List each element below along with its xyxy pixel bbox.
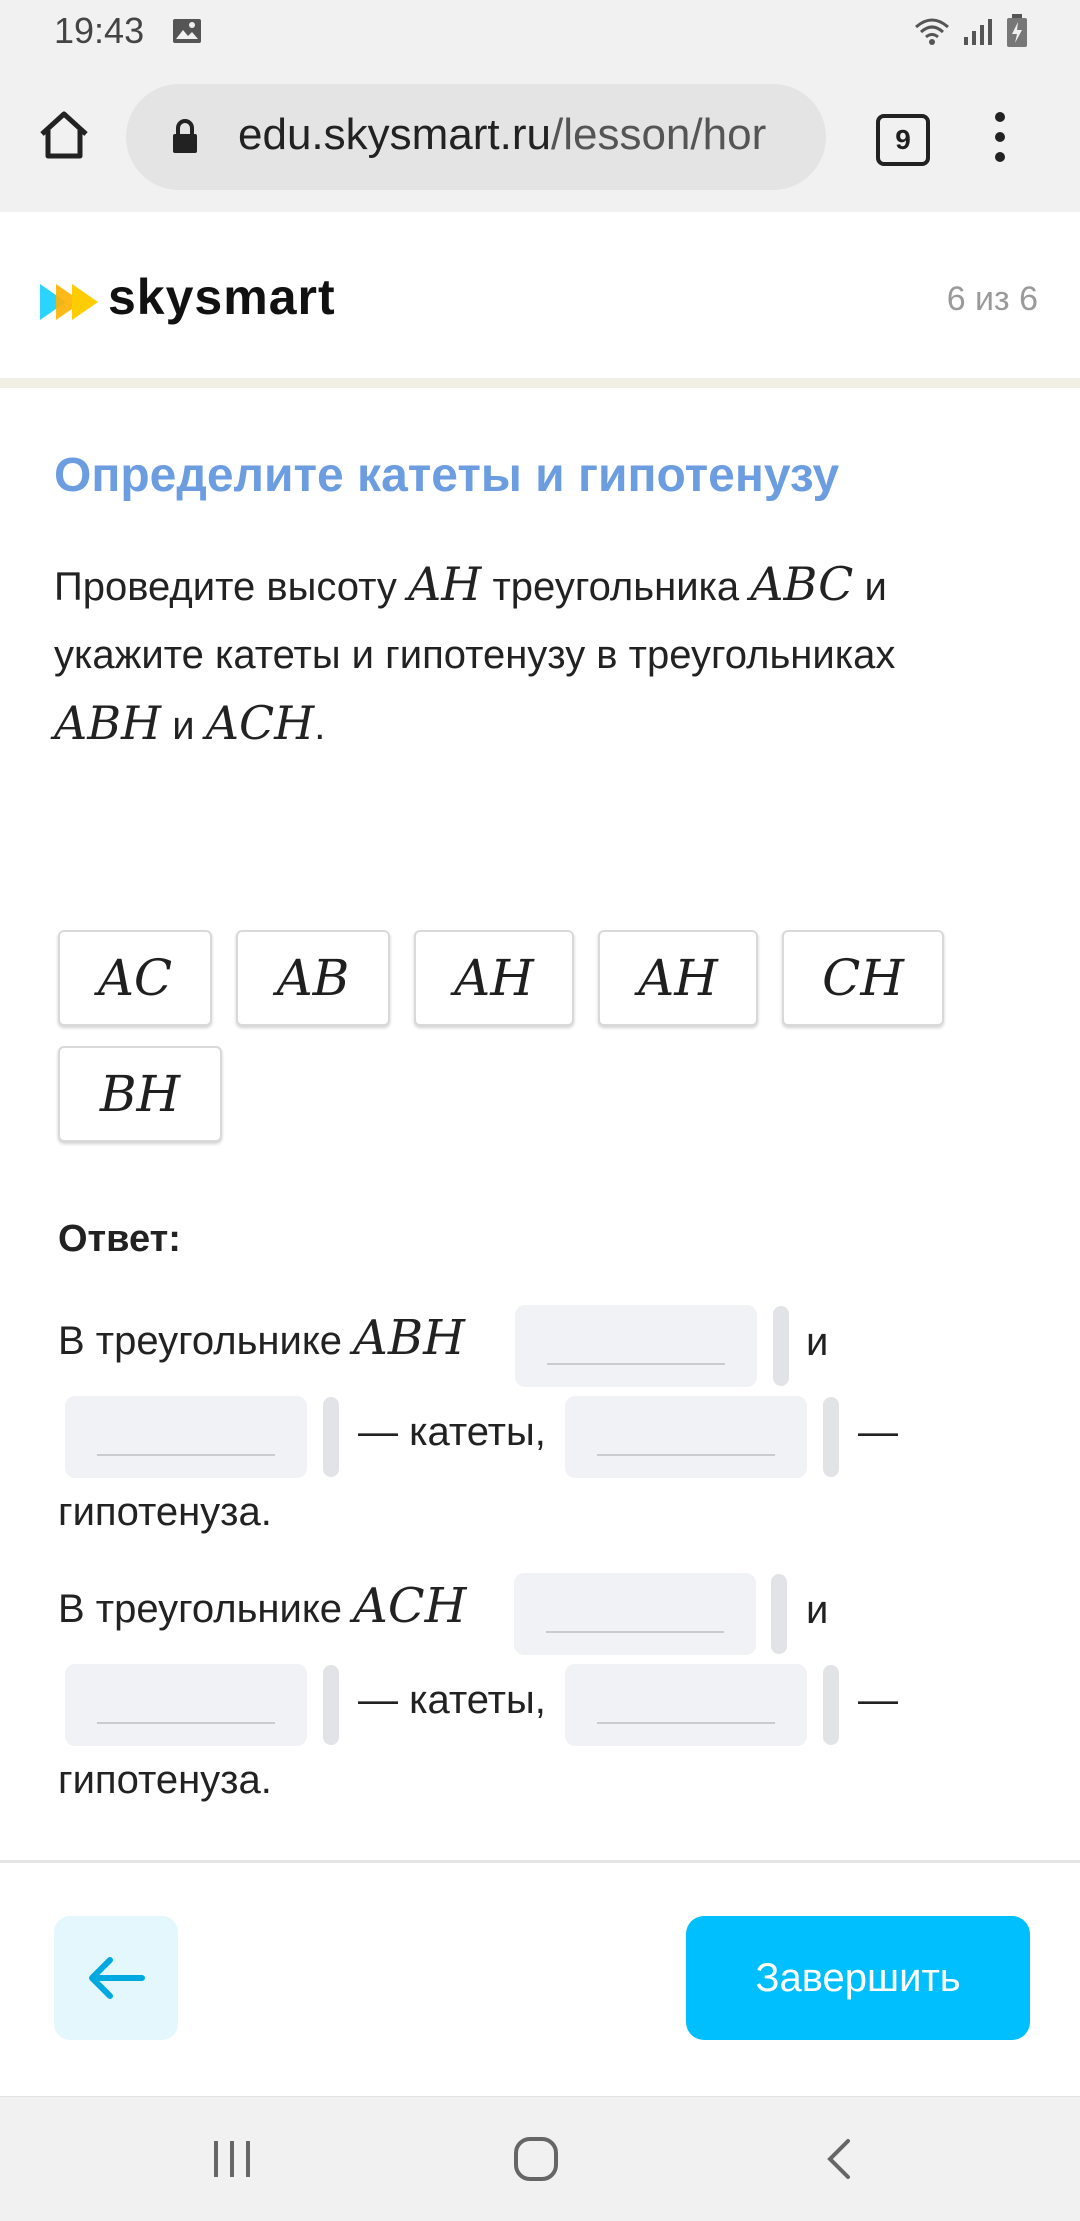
task-text: Проведите высоту AH треугольника ABC и у… (54, 557, 896, 750)
browser-toolbar: edu.skysmart.ru/lesson/hor 9 (0, 64, 1080, 213)
hypotenuse-text: гипотенуза. (58, 1490, 272, 1534)
drop-slot-ach-leg-2[interactable] (65, 1664, 307, 1746)
legs-text: — катеты, (358, 1678, 546, 1722)
recent-apps-icon[interactable] (210, 2137, 254, 2181)
chip-ch[interactable]: CH (782, 930, 944, 1026)
battery-icon (1007, 14, 1027, 47)
menu-icon[interactable] (990, 112, 1010, 172)
system-nav-bar (0, 2096, 1080, 2221)
back-button[interactable] (54, 1916, 178, 2040)
dash-text: — (858, 1410, 898, 1454)
answer-label: Ответ: (58, 1218, 181, 1260)
chip-ac[interactable]: AC (58, 930, 212, 1026)
and-text: и (806, 1320, 829, 1364)
slot-handle (773, 1306, 789, 1386)
site-header: skysmart 6 из 6 (0, 212, 1080, 388)
chip-ah[interactable]: AH (414, 930, 574, 1026)
step-progress: 6 из 6 (946, 280, 1038, 318)
signal-icon (964, 19, 992, 45)
logo-icon (40, 284, 98, 320)
and-text: и (806, 1588, 829, 1632)
status-time: 19:43 (54, 10, 145, 51)
status-bar: 19:43 (0, 0, 1080, 64)
finish-button[interactable]: Завершить (686, 1916, 1030, 2040)
image-icon (173, 19, 201, 43)
legs-text: — катеты, (358, 1410, 546, 1454)
task-title: Определите катеты и гипотенузу (54, 449, 840, 502)
drop-slot-ach-hypotenuse[interactable] (565, 1664, 807, 1746)
slot-handle (323, 1397, 339, 1477)
tab-count-button[interactable]: 9 (876, 114, 930, 166)
logo-text: skysmart (108, 269, 336, 325)
answer-line-abh: В треугольнике ABH (58, 1310, 465, 1366)
answer-line-ach: В треугольнике ACH (58, 1578, 467, 1634)
slot-handle (771, 1574, 787, 1654)
slot-handle (323, 1665, 339, 1745)
drop-slot-abh-leg-1[interactable] (515, 1305, 757, 1387)
slot-handle (823, 1397, 839, 1477)
chip-ab[interactable]: AB (236, 930, 390, 1026)
footer-divider (0, 1860, 1080, 1863)
url-text: edu.skysmart.ru/lesson/hor (238, 110, 767, 159)
chip-bh[interactable]: BH (58, 1046, 222, 1142)
drop-slot-ach-leg-1[interactable] (514, 1573, 756, 1655)
home-nav-icon[interactable] (512, 2135, 560, 2183)
hypotenuse-text: гипотенуза. (58, 1758, 272, 1802)
slot-handle (823, 1665, 839, 1745)
address-bar[interactable]: edu.skysmart.ru/lesson/hor (126, 84, 826, 190)
drop-slot-abh-leg-2[interactable] (65, 1396, 307, 1478)
back-nav-icon[interactable] (820, 2137, 860, 2181)
lock-icon (173, 119, 197, 153)
chip-ah-2[interactable]: AH (598, 930, 758, 1026)
back-arrow-icon (89, 1957, 145, 1999)
drop-slot-abh-hypotenuse[interactable] (565, 1396, 807, 1478)
wifi-icon (915, 18, 949, 45)
dash-text: — (858, 1678, 898, 1722)
home-icon[interactable] (36, 108, 92, 164)
